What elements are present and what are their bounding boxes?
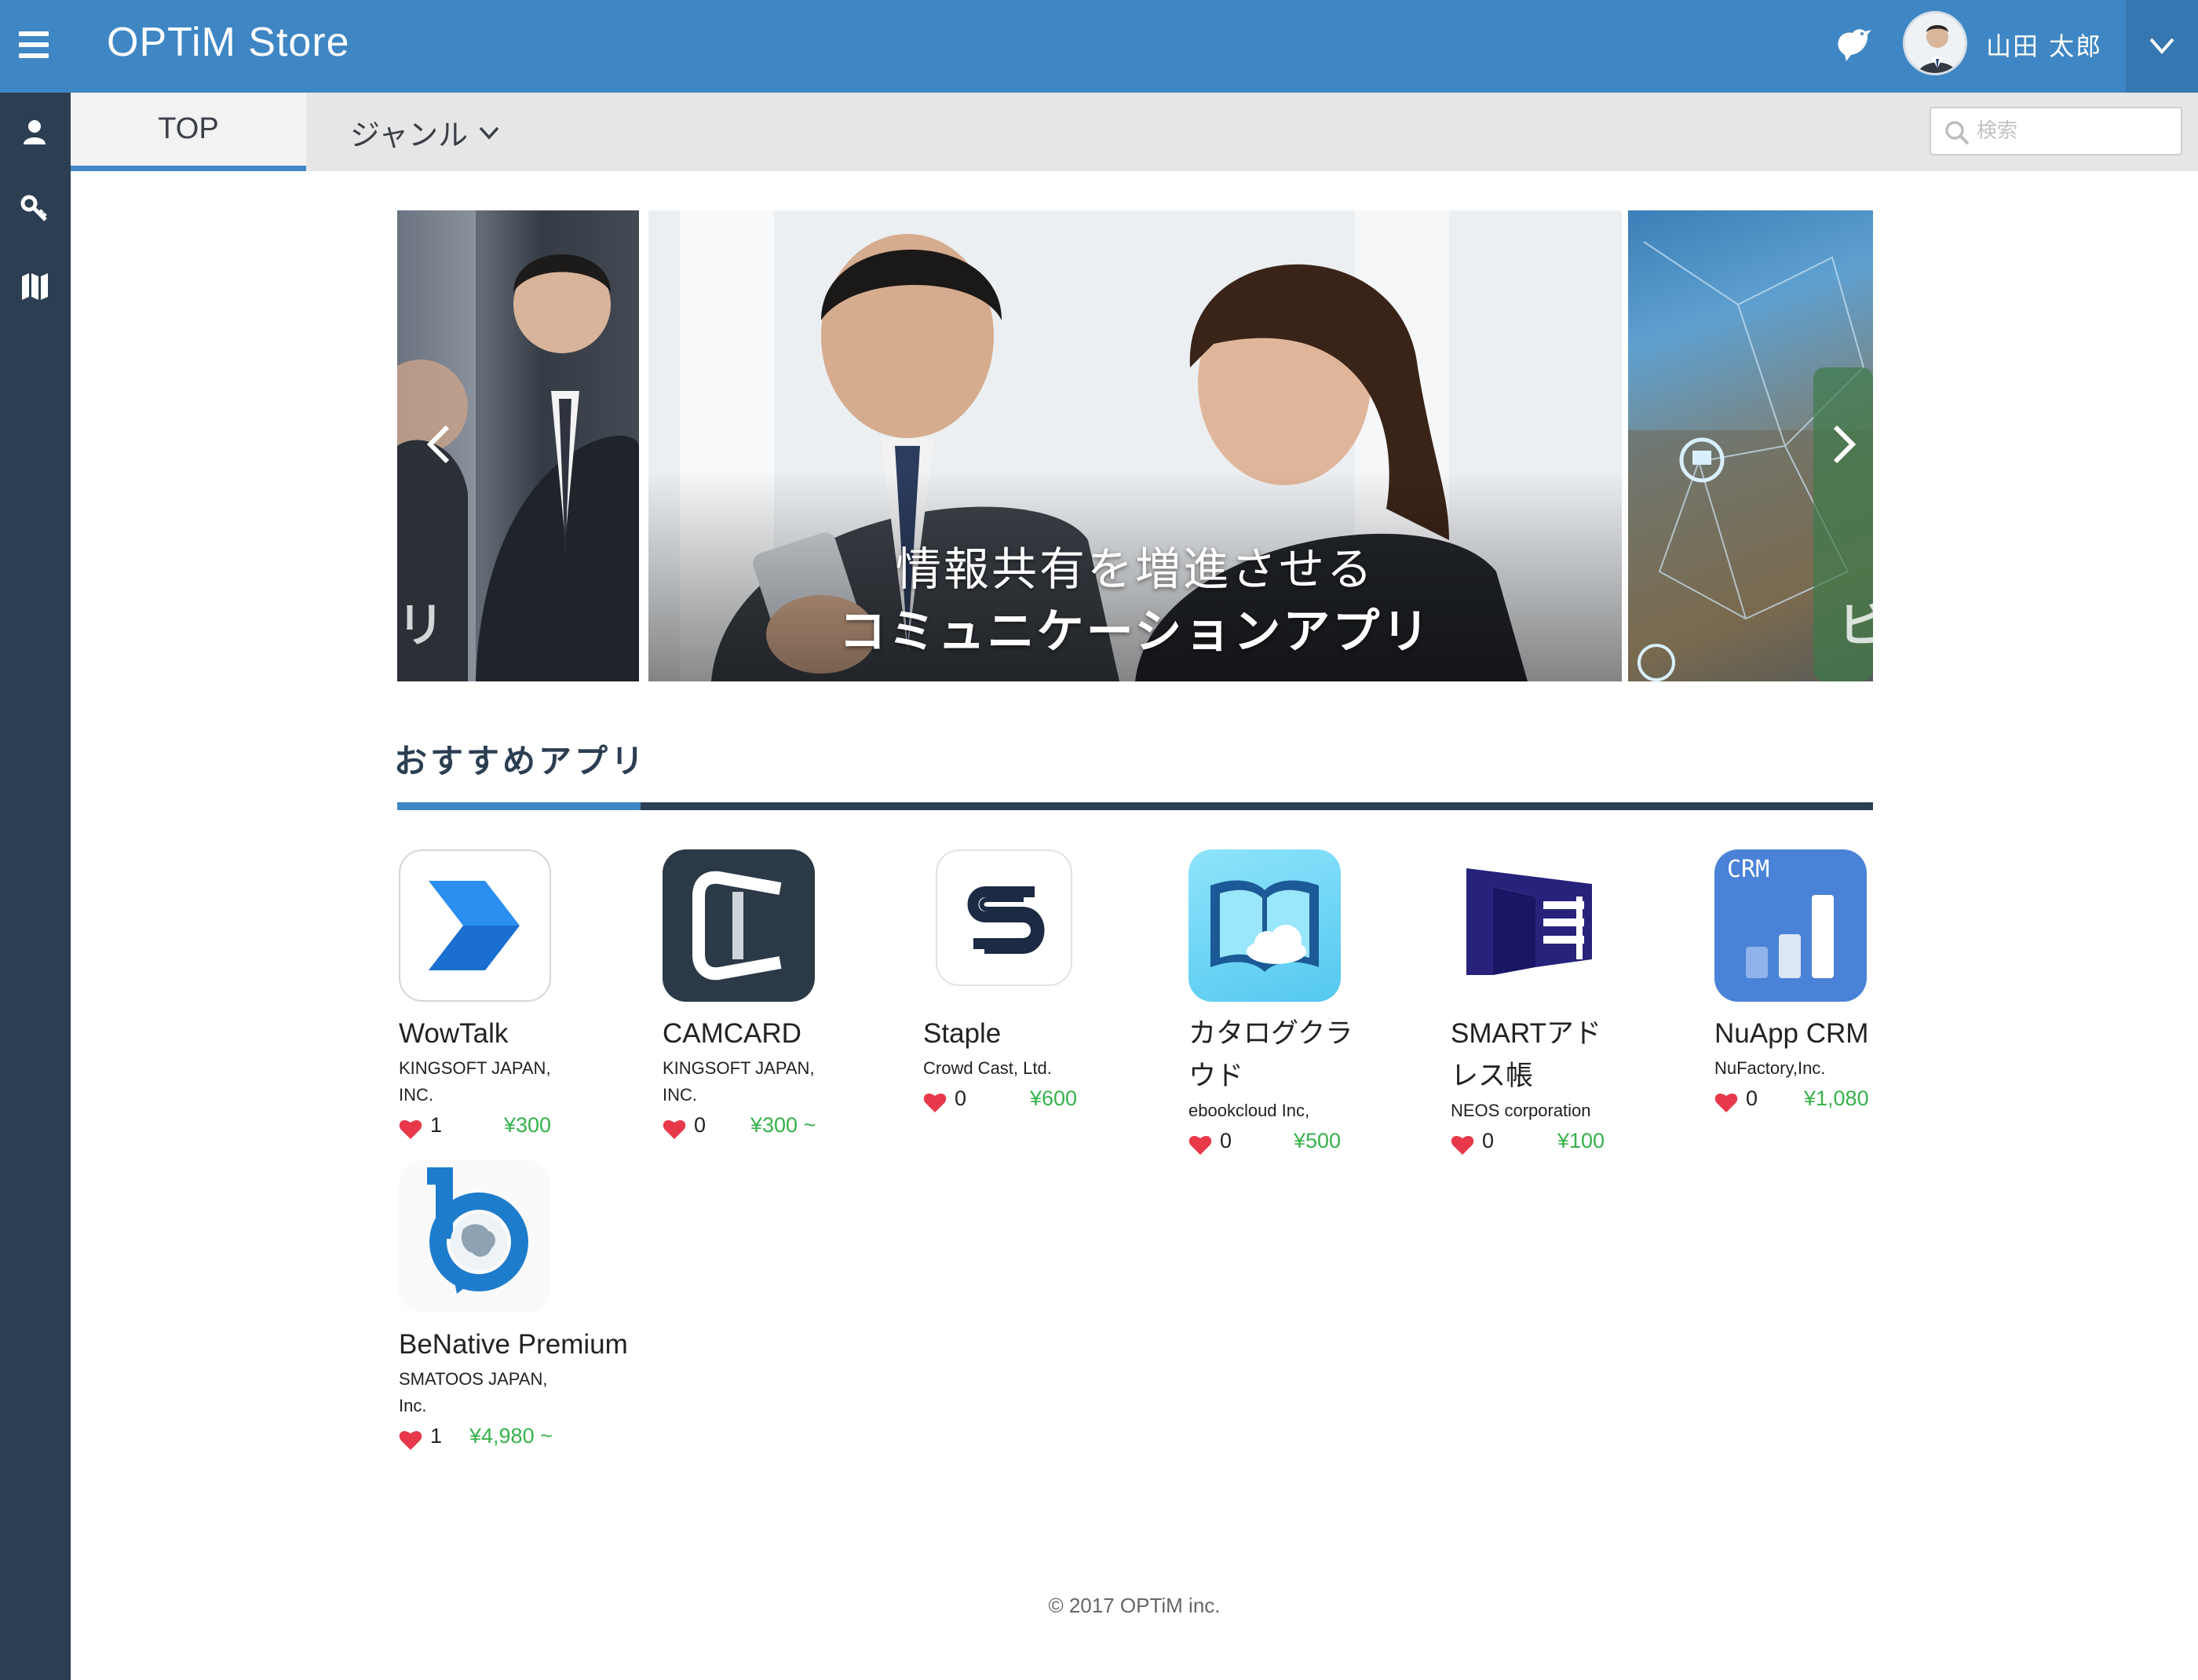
bird-icon[interactable] bbox=[1832, 24, 1875, 66]
like-count: 0 bbox=[1746, 1087, 1758, 1110]
app-name[interactable]: CAMCARD bbox=[663, 1013, 898, 1055]
app-price: ¥300 bbox=[504, 1113, 552, 1137]
app-vendor: KINGSOFT JAPAN, INC. bbox=[399, 1058, 551, 1105]
tab-top[interactable]: TOP bbox=[71, 93, 306, 171]
app-price: ¥4,980 ~ bbox=[469, 1424, 553, 1448]
section-title: おすすめアプリ bbox=[394, 742, 648, 780]
benative-premium-app-icon[interactable] bbox=[399, 1160, 551, 1313]
chevron-down-icon bbox=[479, 126, 499, 140]
banner-carousel: リ 情報共有を増進させる コミュニケーションアプリ ビ bbox=[397, 210, 1873, 681]
left-sidebar bbox=[0, 93, 71, 1680]
carousel-prev-caption: リ bbox=[397, 598, 444, 653]
heart-icon[interactable] bbox=[1451, 1134, 1474, 1156]
user-name[interactable]: 山田 太郎 bbox=[1986, 27, 2102, 63]
app-price: ¥500 bbox=[1294, 1129, 1342, 1152]
app-name[interactable]: NuApp CRM bbox=[1714, 1013, 1950, 1055]
menu-icon[interactable] bbox=[19, 31, 49, 58]
footer-copyright: © 2017 OPTiM inc. bbox=[1048, 1594, 1221, 1617]
like-count: 1 bbox=[430, 1424, 443, 1448]
heart-icon[interactable] bbox=[399, 1429, 422, 1451]
sub-navigation: TOP ジャンル bbox=[71, 93, 2198, 171]
like-count: 0 bbox=[955, 1087, 967, 1110]
like-count: 1 bbox=[430, 1113, 443, 1137]
app-name[interactable]: WowTalk bbox=[399, 1013, 634, 1055]
wowtalk-app-icon[interactable] bbox=[399, 849, 551, 1002]
app-vendor: SMATOOS JAPAN, Inc. bbox=[399, 1369, 548, 1415]
app-title[interactable]: OPTiM Store bbox=[107, 19, 350, 66]
app-price: ¥600 bbox=[1030, 1087, 1078, 1110]
app-price: ¥100 bbox=[1557, 1129, 1605, 1152]
heart-icon[interactable] bbox=[399, 1118, 422, 1140]
app-vendor: ebookcloud Inc, bbox=[1188, 1101, 1310, 1120]
carousel-next-arrow[interactable] bbox=[1818, 421, 1865, 468]
carousel-caption-line2: コミュニケーションアプリ bbox=[838, 604, 1432, 659]
like-count: 0 bbox=[1220, 1129, 1232, 1152]
carousel-prev-arrow[interactable] bbox=[418, 421, 465, 468]
app-vendor: KINGSOFT JAPAN, INC. bbox=[663, 1058, 815, 1105]
carousel-next-caption: ビ bbox=[1838, 598, 1873, 653]
staple-app-icon[interactable] bbox=[936, 849, 1072, 986]
like-count: 0 bbox=[1482, 1129, 1495, 1152]
app-vendor: NuFactory,Inc. bbox=[1714, 1058, 1826, 1078]
heart-icon[interactable] bbox=[663, 1118, 686, 1140]
app-vendor: Crowd Cast, Ltd. bbox=[923, 1058, 1052, 1078]
key-icon[interactable] bbox=[19, 193, 50, 225]
catalog-cloud-app-icon[interactable] bbox=[1188, 849, 1341, 1002]
app-price: ¥300 ~ bbox=[750, 1113, 816, 1137]
app-name[interactable]: Staple bbox=[923, 1013, 1159, 1055]
user-menu-toggle[interactable] bbox=[2126, 0, 2198, 93]
app-card-wowtalk[interactable]: WowTalk KINGSOFT JAPAN, INC. 1 ¥300 bbox=[399, 849, 634, 1145]
app-name[interactable]: BeNative Premium bbox=[399, 1324, 634, 1366]
carousel-slide-current[interactable]: 情報共有を増進させる コミュニケーションアプリ bbox=[648, 210, 1622, 681]
like-count: 0 bbox=[694, 1113, 706, 1137]
search-icon bbox=[1945, 121, 1970, 145]
app-card-smart-address-book[interactable]: SMARTアドレス帳 NEOS corporation 0 ¥100 bbox=[1451, 849, 1686, 1160]
camcard-app-icon[interactable] bbox=[663, 849, 815, 1002]
tab-genre-label: ジャンル bbox=[350, 117, 469, 152]
user-icon[interactable] bbox=[19, 116, 50, 148]
carousel-caption-line1: 情報共有を増進させる bbox=[895, 542, 1375, 596]
app-name[interactable]: カタログクラウド bbox=[1188, 1013, 1361, 1097]
app-card-staple[interactable]: Staple Crowd Cast, Ltd. 0 ¥600 bbox=[923, 849, 1159, 1118]
app-card-camcard[interactable]: CAMCARD KINGSOFT JAPAN, INC. 0 ¥300 ~ bbox=[663, 849, 898, 1145]
app-vendor: NEOS corporation bbox=[1451, 1101, 1591, 1120]
map-icon[interactable] bbox=[19, 270, 50, 301]
nuapp-crm-app-icon[interactable]: CRM bbox=[1714, 849, 1867, 1002]
app-name[interactable]: SMARTアドレス帳 bbox=[1451, 1013, 1623, 1097]
search-box[interactable] bbox=[1930, 107, 2182, 155]
heart-icon[interactable] bbox=[1714, 1091, 1738, 1113]
user-avatar[interactable] bbox=[1903, 11, 1967, 75]
heart-icon[interactable] bbox=[1188, 1134, 1212, 1156]
tab-genre[interactable]: ジャンル bbox=[350, 93, 502, 171]
app-card-nuapp-crm[interactable]: CRM NuApp CRM NuFactory,Inc. 0 ¥1,080 bbox=[1714, 849, 1950, 1118]
app-price: ¥1,080 bbox=[1804, 1087, 1869, 1110]
heart-icon[interactable] bbox=[923, 1091, 947, 1113]
section-divider-accent bbox=[397, 802, 641, 810]
app-card-catalog-cloud[interactable]: カタログクラウド ebookcloud Inc, 0 ¥500 bbox=[1188, 849, 1424, 1160]
app-card-benative-premium[interactable]: BeNative Premium SMATOOS JAPAN, Inc. 1 ¥… bbox=[399, 1160, 634, 1455]
top-header: OPTiM Store 山田 太郎 bbox=[0, 0, 2198, 93]
smart-address-book-app-icon[interactable] bbox=[1451, 849, 1603, 1002]
search-input[interactable] bbox=[1977, 113, 2173, 149]
chevron-down-icon bbox=[2149, 38, 2174, 55]
